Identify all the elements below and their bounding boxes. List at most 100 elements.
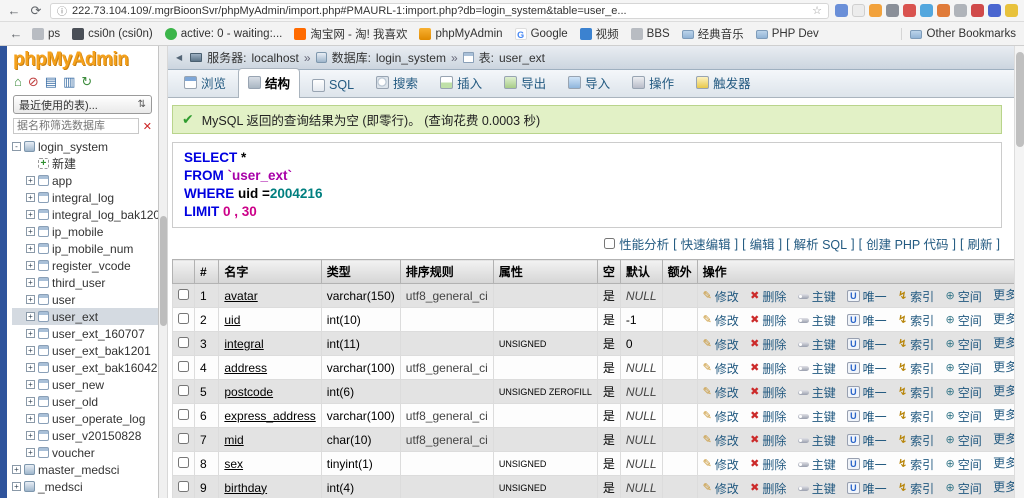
extension-icon[interactable] <box>852 4 865 17</box>
address-bar[interactable]: ⓘ 222.73.104.109/.mgrBioonSvr/phpMyAdmin… <box>50 3 829 19</box>
extension-icon[interactable] <box>988 4 1001 17</box>
more-action[interactable]: 更多▼ <box>993 358 1014 375</box>
create-php-code-link[interactable]: 创建 PHP 代码 <box>866 234 948 253</box>
more-action[interactable]: 更多▼ <box>993 382 1014 399</box>
tab[interactable]: 搜索 <box>366 68 428 97</box>
more-action[interactable]: 更多▼ <box>993 454 1014 471</box>
tree-item[interactable]: 新建 <box>12 155 158 172</box>
unique-action[interactable]: U唯一 <box>847 360 887 377</box>
more-action[interactable]: 更多▼ <box>993 406 1014 423</box>
index-action[interactable]: ↯索引 <box>898 312 934 329</box>
recent-tables-select[interactable]: 最近使用的表)... ⇅ <box>13 95 152 114</box>
drop-action[interactable]: ✖删除 <box>750 288 786 305</box>
tab[interactable]: 浏览 <box>174 68 236 97</box>
tree-item[interactable]: + third_user <box>12 274 158 291</box>
row-checkbox[interactable] <box>178 289 189 300</box>
drop-action[interactable]: ✖删除 <box>750 336 786 353</box>
row-checkbox[interactable] <box>178 433 189 444</box>
extension-icon[interactable] <box>835 4 848 17</box>
primary-action[interactable]: 主键 <box>798 480 836 497</box>
profiling-checkbox[interactable] <box>604 238 615 249</box>
tree-item[interactable]: + user_ext_160707 <box>12 325 158 342</box>
tab[interactable]: 插入 <box>430 68 492 97</box>
unique-action[interactable]: U唯一 <box>847 432 887 449</box>
index-action[interactable]: ↯索引 <box>898 360 934 377</box>
bookmark-item[interactable]: G Google <box>515 28 568 40</box>
tree-expander-icon[interactable]: + <box>26 448 35 457</box>
tree-expander-icon[interactable]: + <box>26 380 35 389</box>
bookmark-star-icon[interactable]: ☆ <box>812 4 822 17</box>
tree-expander-icon[interactable]: + <box>26 431 35 440</box>
drop-action[interactable]: ✖删除 <box>750 456 786 473</box>
spatial-action[interactable]: ⊕空间 <box>946 312 982 329</box>
unique-action[interactable]: U唯一 <box>847 312 887 329</box>
tree-item[interactable]: - login_system <box>12 138 158 155</box>
change-action[interactable]: ✎修改 <box>703 408 739 425</box>
extension-icon[interactable] <box>886 4 899 17</box>
tree-item[interactable]: + _medsci <box>12 478 158 495</box>
sidebar-scrollbar-thumb[interactable] <box>160 216 167 326</box>
tree-item[interactable]: + user_ext_bak1201 <box>12 342 158 359</box>
bookmark-item[interactable]: 视频 <box>580 26 619 42</box>
change-action[interactable]: ✎修改 <box>703 456 739 473</box>
change-action[interactable]: ✎修改 <box>703 432 739 449</box>
tab[interactable]: 操作 <box>622 68 684 97</box>
row-checkbox[interactable] <box>178 337 189 348</box>
change-action[interactable]: ✎修改 <box>703 312 739 329</box>
tree-expander-icon[interactable]: - <box>12 142 21 151</box>
unique-action[interactable]: U唯一 <box>847 480 887 497</box>
drop-action[interactable]: ✖删除 <box>750 432 786 449</box>
unique-action[interactable]: U唯一 <box>847 456 887 473</box>
explain-sql-link[interactable]: 解析 SQL <box>794 234 848 253</box>
change-action[interactable]: ✎修改 <box>703 360 739 377</box>
bookmark-item[interactable]: BBS <box>631 28 670 40</box>
index-action[interactable]: ↯索引 <box>898 480 934 497</box>
table-link[interactable]: user_ext <box>499 51 545 65</box>
tree-expander-icon[interactable]: + <box>26 363 35 372</box>
bookmark-item[interactable]: 淘宝网 - 淘! 我喜欢 <box>294 26 407 42</box>
tree-expander-icon[interactable]: + <box>26 329 35 338</box>
spatial-action[interactable]: ⊕空间 <box>946 336 982 353</box>
drop-action[interactable]: ✖删除 <box>750 408 786 425</box>
other-bookmarks-button[interactable]: Other Bookmarks <box>901 28 1016 40</box>
row-checkbox[interactable] <box>178 385 189 396</box>
tab[interactable]: 结构 <box>238 68 300 98</box>
sidebar-scrollbar[interactable] <box>159 46 168 498</box>
row-checkbox[interactable] <box>178 409 189 420</box>
primary-action[interactable]: 主键 <box>798 456 836 473</box>
reload-navigation-icon[interactable]: ↻ <box>81 74 92 90</box>
unique-action[interactable]: U唯一 <box>847 384 887 401</box>
unique-action[interactable]: U唯一 <box>847 408 887 425</box>
unique-action[interactable]: U唯一 <box>847 336 887 353</box>
tree-item[interactable]: + user_v20150828 <box>12 427 158 444</box>
tree-item[interactable]: + ip_mobile_num <box>12 240 158 257</box>
tree-expander-icon[interactable]: + <box>26 346 35 355</box>
change-action[interactable]: ✎修改 <box>703 480 739 497</box>
primary-action[interactable]: 主键 <box>798 288 836 305</box>
primary-action[interactable]: 主键 <box>798 384 836 401</box>
index-action[interactable]: ↯索引 <box>898 336 934 353</box>
bookmark-item[interactable]: ps <box>32 28 60 40</box>
refresh-icon[interactable]: ⟳ <box>28 3 44 19</box>
primary-action[interactable]: 主键 <box>798 336 836 353</box>
tree-expander-icon[interactable]: + <box>26 261 35 270</box>
tree-item[interactable]: + user_operate_log <box>12 410 158 427</box>
change-action[interactable]: ✎修改 <box>703 336 739 353</box>
tab[interactable]: 触发器 <box>686 68 761 97</box>
more-action[interactable]: 更多▼ <box>993 478 1014 495</box>
extension-icon[interactable] <box>937 4 950 17</box>
row-checkbox[interactable] <box>178 481 189 492</box>
primary-action[interactable]: 主键 <box>798 312 836 329</box>
tree-item[interactable]: + voucher <box>12 444 158 461</box>
tree-expander-icon[interactable]: + <box>26 278 35 287</box>
more-action[interactable]: 更多▼ <box>993 430 1014 447</box>
tree-expander-icon[interactable]: + <box>26 414 35 423</box>
tab[interactable]: 导出 <box>494 68 556 97</box>
tree-item[interactable]: + integral_log_bak1201 <box>12 206 158 223</box>
index-action[interactable]: ↯索引 <box>898 288 934 305</box>
tree-item[interactable]: + integral_log <box>12 189 158 206</box>
server-link[interactable]: localhost <box>252 51 299 65</box>
tree-expander-icon[interactable]: + <box>12 465 21 474</box>
filter-clear-icon[interactable]: ✕ <box>143 120 152 133</box>
primary-action[interactable]: 主键 <box>798 360 836 377</box>
